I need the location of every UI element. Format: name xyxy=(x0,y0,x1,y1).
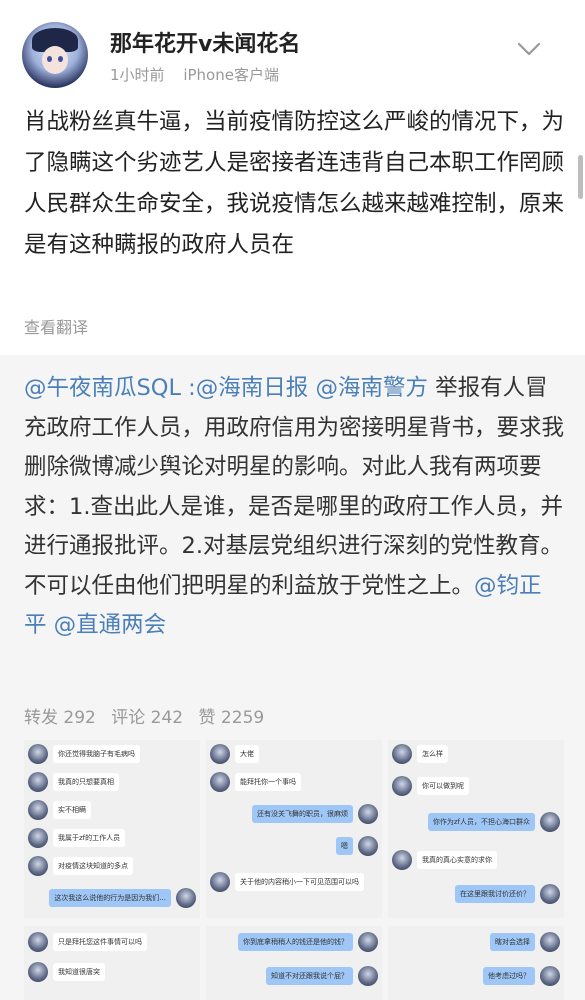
avatar xyxy=(358,836,378,856)
post-time: 1小时前 xyxy=(110,66,165,84)
avatar xyxy=(540,812,560,832)
post-header: 那年花开v未闻花名 1小时前 iPhone客户端 xyxy=(0,0,585,100)
post-stats: 转发 292 评论 242 赞 2259 xyxy=(24,703,274,728)
quoted-post-text: @午夜南瓜SQL :@海南日报 @海南警方 举报有人冒充政府工作人员，用政府信用… xyxy=(24,375,565,638)
avatar xyxy=(540,966,560,986)
repost-count[interactable]: 转发 292 xyxy=(24,708,96,728)
chat-bubble: 还有没关飞舞的职员，很麻烦 xyxy=(252,805,353,823)
chat-bubble: 我真的只想要真相 xyxy=(53,773,119,791)
chat-bubble: 你还觉得我脑子有毛病吗 xyxy=(53,745,140,763)
chat-bubble: 实不相瞒 xyxy=(53,801,91,819)
avatar[interactable] xyxy=(22,22,88,88)
avatar xyxy=(28,800,48,820)
post-client: iPhone客户端 xyxy=(183,66,279,84)
chat-bubble: 只是拜托您这件事情可以吗 xyxy=(53,933,147,951)
avatar xyxy=(28,772,48,792)
chat-screenshot-1[interactable]: 你还觉得我脑子有毛病吗 我真的只想要真相 实不相瞒 我属于zf的工作人员 对疫情… xyxy=(24,740,200,918)
avatar xyxy=(210,744,230,764)
post-text: 肖战粉丝真牛逼，当前疫情防控这么严峻的情况下，为了隐瞒这个劣迹艺人是密接者连违背… xyxy=(24,109,565,258)
chat-bubble: 这次我这么说他的行为是因为我们... xyxy=(49,889,171,907)
chat-bubble: 嗯 xyxy=(336,837,353,855)
avatar xyxy=(392,776,412,796)
quoted-post[interactable]: @午夜南瓜SQL :@海南日报 @海南警方 举报有人冒充政府工作人员，用政府信用… xyxy=(0,355,585,1000)
chevron-down-icon[interactable] xyxy=(516,40,542,58)
avatar xyxy=(28,744,48,764)
chat-screenshot-4[interactable]: 只是拜托您这件事情可以吗 我知道很唐突 xyxy=(24,926,200,1000)
post-meta: 1小时前 iPhone客户端 xyxy=(110,64,279,85)
mention-hainan-police[interactable]: @海南警方 xyxy=(315,375,428,401)
chat-screenshot-6[interactable]: 瞎对会选择 他考虑过吗？ xyxy=(388,926,564,1000)
translate-link[interactable]: 查看翻译 xyxy=(24,314,88,338)
avatar xyxy=(392,850,412,870)
attached-images: 你还觉得我脑子有毛病吗 我真的只想要真相 实不相瞒 我属于zf的工作人员 对疫情… xyxy=(24,740,564,1000)
chat-bubble: 我属于zf的工作人员 xyxy=(53,829,126,847)
chat-bubble: 他考虑过吗？ xyxy=(483,967,535,985)
chat-bubble: 知道不对还跟我说个屁？ xyxy=(266,967,353,985)
chat-bubble: 对疫情这块知道的多点 xyxy=(53,857,133,875)
avatar xyxy=(210,772,230,792)
chat-bubble: 我知道很唐突 xyxy=(53,963,105,981)
mention-hainan-daily[interactable]: @海南日报 xyxy=(196,375,309,401)
like-count[interactable]: 赞 2259 xyxy=(199,708,265,728)
avatar xyxy=(176,888,196,908)
avatar xyxy=(540,884,560,904)
quoted-body: 举报有人冒充政府工作人员，用政府信用为密接明星背书，要求我删除微博减少舆论对明星… xyxy=(24,375,565,599)
chat-screenshot-3[interactable]: 怎么样 你可以做到呢 你作为zf人员，不担心海口群众 我真的真心实意的求你 在这… xyxy=(388,740,564,918)
chat-screenshot-5[interactable]: 你到底拿稍稍人的钱还是他的钱？ 知道不对还跟我说个屁？ xyxy=(206,926,382,1000)
avatar xyxy=(28,932,48,952)
avatar xyxy=(392,744,412,764)
chat-bubble: 怎么样 xyxy=(417,745,448,763)
chat-bubble: 我真的真心实意的求你 xyxy=(417,851,497,869)
chat-bubble: 你到底拿稍稍人的钱还是他的钱？ xyxy=(238,933,353,951)
chat-bubble: 大佬 xyxy=(235,745,259,763)
chat-screenshot-2[interactable]: 大佬 能拜托你一个事吗 还有没关飞舞的职员，很麻烦 嗯 关于他的内容稍小一下可见… xyxy=(206,740,382,918)
avatar xyxy=(28,828,48,848)
avatar xyxy=(358,804,378,824)
chat-bubble: 在这里跟我讨价还价？ xyxy=(455,885,535,903)
mention-two-sessions[interactable]: @直通两会 xyxy=(54,612,167,638)
username[interactable]: 那年花开v未闻花名 xyxy=(110,26,300,58)
avatar xyxy=(28,962,48,982)
chat-bubble: 你可以做到呢 xyxy=(417,777,469,795)
chat-bubble: 瞎对会选择 xyxy=(490,933,535,951)
avatar xyxy=(358,932,378,952)
mention-author[interactable]: @午夜南瓜SQL xyxy=(24,375,181,401)
chat-bubble: 你作为zf人员，不担心海口群众 xyxy=(427,813,535,831)
chat-bubble: 关于他的内容稍小一下可见范围可以吗 xyxy=(235,873,364,891)
avatar xyxy=(358,966,378,986)
avatar xyxy=(210,872,230,892)
chat-bubble: 能拜托你一个事吗 xyxy=(235,773,301,791)
comment-count[interactable]: 评论 242 xyxy=(111,708,183,728)
scrollbar[interactable] xyxy=(578,155,583,199)
avatar xyxy=(28,856,48,876)
avatar xyxy=(540,932,560,952)
